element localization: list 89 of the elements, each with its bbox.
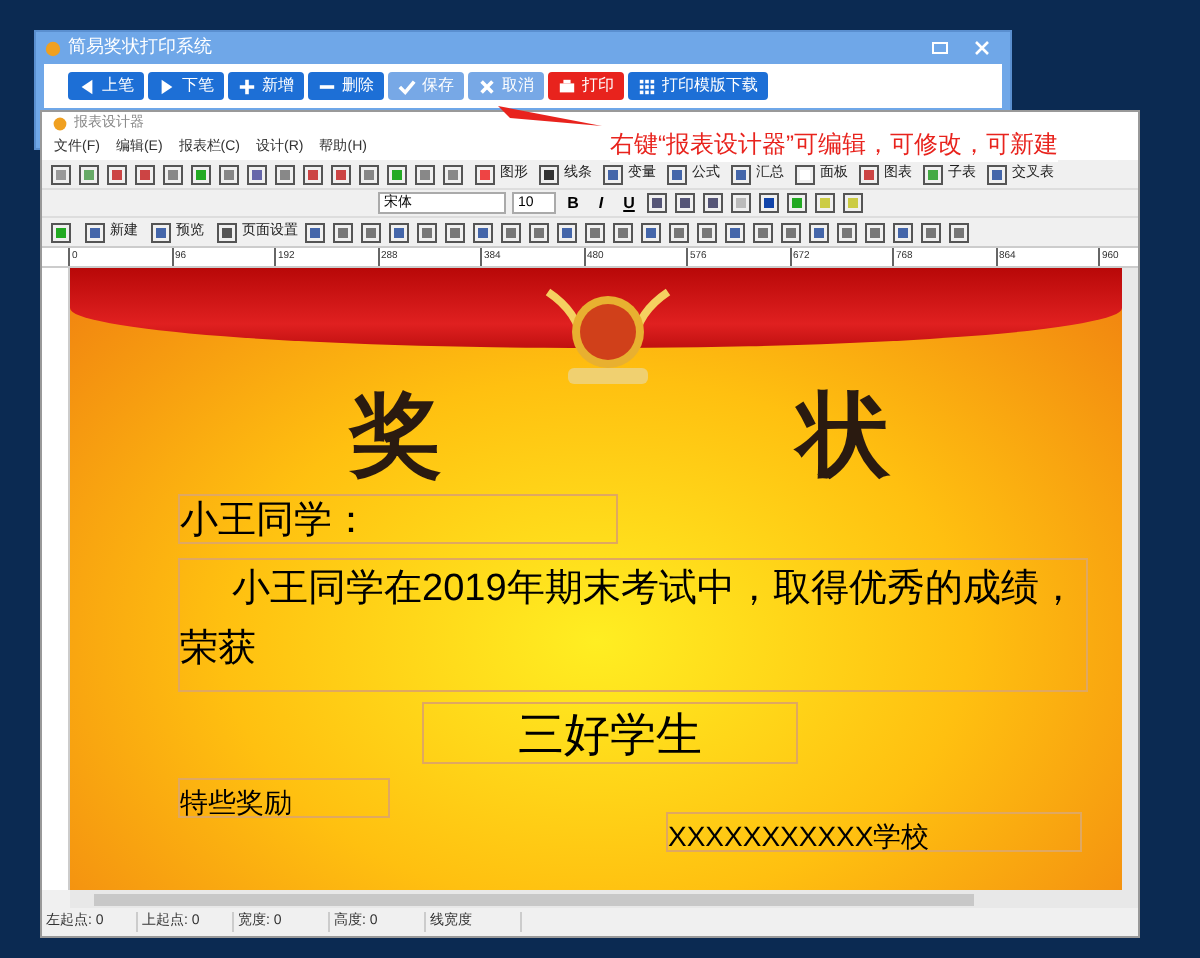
toolbar-icon[interactable] — [758, 192, 780, 214]
award-title: 三好学生 — [518, 706, 702, 762]
toolbar-icon[interactable] — [702, 192, 724, 214]
printer-icon — [558, 77, 576, 95]
toolbar-icon[interactable] — [78, 163, 100, 185]
greeting-text: 小王同学： — [180, 500, 370, 542]
toolbar-icon[interactable] — [794, 163, 816, 185]
toolbar-icon[interactable] — [358, 163, 380, 185]
toolbar-icon[interactable] — [674, 192, 696, 214]
toolbar-icon[interactable] — [556, 221, 578, 243]
toolbar-icon[interactable] — [786, 192, 808, 214]
toolbar-icon[interactable] — [444, 221, 466, 243]
toolbar-icon[interactable] — [922, 163, 944, 185]
toolbar-icon[interactable] — [584, 221, 606, 243]
check-icon — [398, 77, 416, 95]
toolbar-icon[interactable] — [730, 163, 752, 185]
toolbar-icon[interactable] — [528, 221, 550, 243]
toolbar-icon[interactable] — [602, 163, 624, 185]
toolbar-icon[interactable] — [538, 163, 560, 185]
toolbar-button[interactable]: 新增 — [228, 72, 304, 100]
toolbar-icon[interactable] — [864, 221, 886, 243]
toolbar-icon[interactable] — [696, 221, 718, 243]
toolbar-icon[interactable] — [50, 163, 72, 185]
format-button[interactable]: I — [590, 191, 612, 215]
toolbar-icon[interactable] — [190, 163, 212, 185]
toolbar-icon[interactable] — [724, 221, 746, 243]
toolbar-icon[interactable] — [386, 163, 408, 185]
toolbar-icon[interactable] — [668, 221, 690, 243]
toolbar-icon[interactable] — [84, 221, 106, 243]
toolbar-icon[interactable] — [442, 163, 464, 185]
toolbar-icon[interactable] — [948, 221, 970, 243]
toolbar-icon[interactable] — [330, 163, 352, 185]
annotation-text: 右键“报表设计器”可编辑，可修改，可新建 — [610, 126, 1058, 162]
app-icon — [52, 116, 68, 132]
toolbar-button[interactable]: 打印 — [548, 72, 624, 100]
toolbar-icon[interactable] — [612, 221, 634, 243]
toolbar-icon[interactable] — [780, 221, 802, 243]
toolbar-icon[interactable] — [360, 221, 382, 243]
toolbar-icon[interactable] — [752, 221, 774, 243]
toolbar-button[interactable]: 上笔 — [68, 72, 144, 100]
toolbar-icon[interactable] — [332, 221, 354, 243]
toolbar-button[interactable]: 打印模版下载 — [628, 72, 768, 100]
toolbar-icon[interactable] — [216, 221, 238, 243]
certificate-heading: 状 — [798, 384, 890, 484]
toolbar-icon[interactable] — [472, 221, 494, 243]
toolbar-icon[interactable] — [162, 163, 184, 185]
toolbar-icon[interactable] — [388, 221, 410, 243]
toolbar-icon[interactable] — [920, 221, 942, 243]
toolbar-icon[interactable] — [500, 221, 522, 243]
school-name: XXXXXXXXXXX学校 — [668, 820, 930, 852]
toolbar-icon[interactable] — [646, 192, 668, 214]
toolbar-icon[interactable] — [302, 163, 324, 185]
format-button[interactable]: B — [562, 191, 584, 215]
toolbar-icon[interactable] — [246, 163, 268, 185]
format-button[interactable]: U — [618, 191, 640, 215]
reward-text: 特些奖励 — [180, 786, 292, 818]
grid-icon — [638, 77, 656, 95]
vertical-scrollbar[interactable] — [1122, 268, 1138, 890]
close-icon — [478, 77, 496, 95]
toolbar-icon[interactable] — [134, 163, 156, 185]
window-title: 简易奖状打印系统 — [68, 34, 212, 61]
toolbar-button[interactable]: 下笔 — [148, 72, 224, 100]
toolbar-icon[interactable] — [836, 221, 858, 243]
certificate-body-text: 小王同学在2019年期末考试中，取得优秀的成绩，荣获 — [180, 566, 1079, 674]
toolbar-icon[interactable] — [808, 221, 830, 243]
toolbar-icon[interactable] — [858, 163, 880, 185]
toolbar-button[interactable]: 删除 — [308, 72, 384, 100]
toolbar-icon[interactable] — [414, 163, 436, 185]
toolbar-icon[interactable] — [892, 221, 914, 243]
app-icon — [44, 39, 62, 57]
toolbar-icon[interactable] — [304, 221, 326, 243]
toolbar-icon[interactable] — [274, 163, 296, 185]
toolbar-icon[interactable] — [842, 192, 864, 214]
left-triangle-icon — [78, 77, 96, 95]
toolbar-icon[interactable] — [666, 163, 688, 185]
horizontal-scrollbar[interactable] — [70, 890, 1138, 908]
toolbar-icon[interactable] — [218, 163, 240, 185]
toolbar-icon[interactable] — [150, 221, 172, 243]
toolbar-icon[interactable] — [640, 221, 662, 243]
right-triangle-icon — [158, 77, 176, 95]
plus-icon — [238, 77, 256, 95]
toolbar-icon[interactable] — [106, 163, 128, 185]
toolbar-icon[interactable] — [50, 221, 72, 243]
toolbar-icon[interactable] — [474, 163, 496, 185]
toolbar-icon[interactable] — [986, 163, 1008, 185]
toolbar-icon[interactable] — [416, 221, 438, 243]
toolbar-icon[interactable] — [730, 192, 752, 214]
toolbar-icon[interactable] — [814, 192, 836, 214]
certificate-heading: 奖 — [350, 384, 442, 484]
